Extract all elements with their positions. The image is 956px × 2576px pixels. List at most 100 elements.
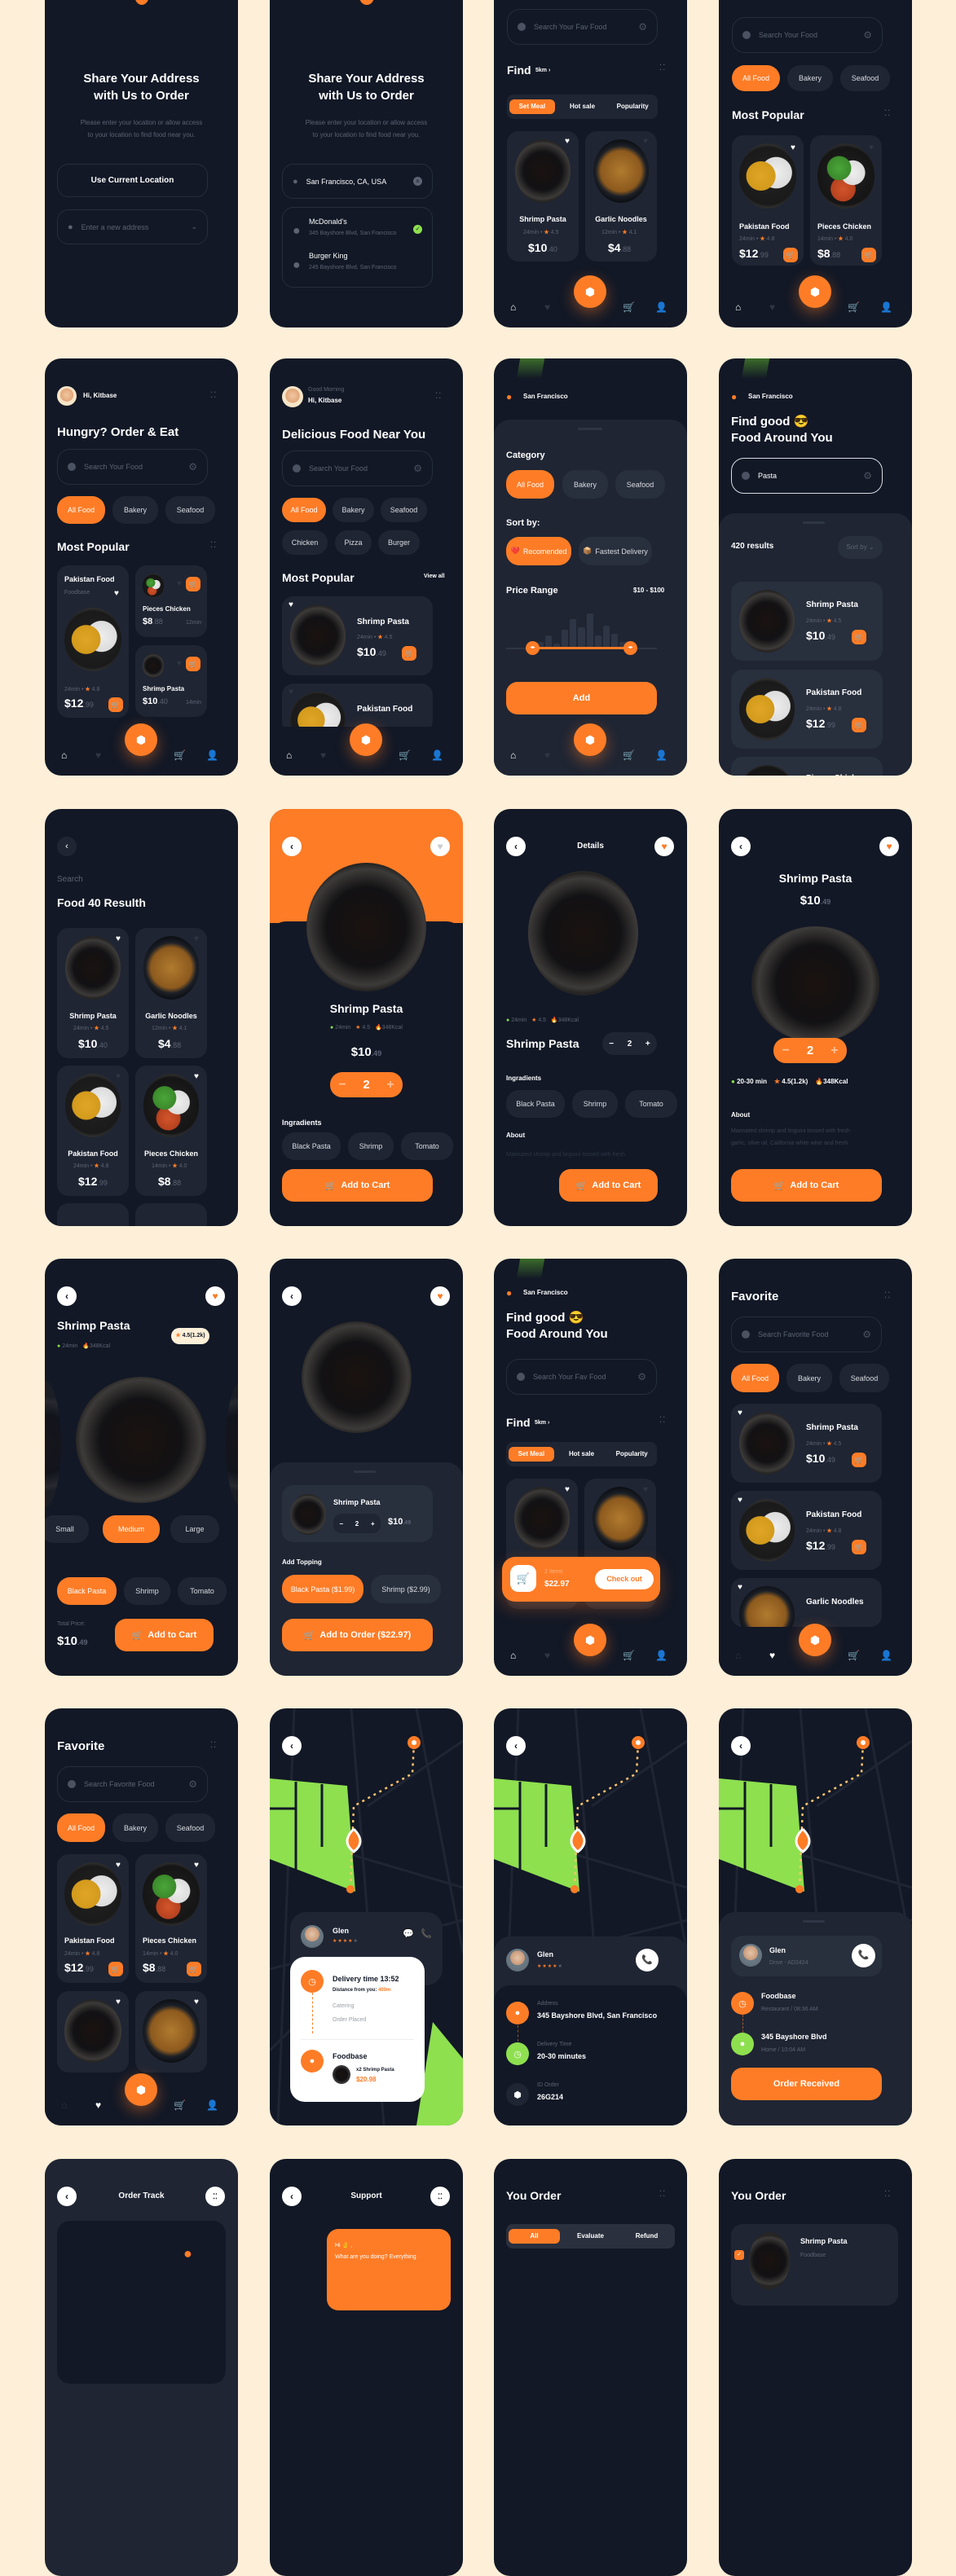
avatar[interactable] bbox=[57, 386, 77, 406]
box-icon[interactable]: ⬢ bbox=[125, 2073, 157, 2106]
grid-dots-icon[interactable]: ⁚⁚ bbox=[435, 392, 442, 401]
cart-icon[interactable]: 🛒 bbox=[510, 1565, 536, 1592]
chip-bakery[interactable]: Bakery bbox=[562, 470, 608, 499]
add-to-order-button[interactable]: 🛒 Add to Order ($22.97) bbox=[282, 1619, 433, 1651]
grid-dots-icon[interactable]: ⁚⁚ bbox=[884, 1291, 891, 1300]
user-icon[interactable]: 👤 bbox=[206, 750, 218, 761]
view-all-link[interactable]: View all bbox=[424, 574, 445, 579]
heart-icon[interactable]: ♥ bbox=[320, 750, 326, 761]
topping-chip[interactable]: Shrimp bbox=[124, 1577, 170, 1605]
location-label[interactable]: San Francisco bbox=[748, 393, 793, 400]
back-button[interactable]: ‹ bbox=[282, 1286, 302, 1306]
search-input[interactable]: Search Your Food ⚙ bbox=[57, 449, 208, 485]
food-card[interactable]: ♥ Shrimp Pasta 24min • ★ 4.5 $10.40 bbox=[507, 131, 579, 262]
checkbox[interactable]: ✓ bbox=[734, 2250, 744, 2260]
add-to-cart-button[interactable]: 🛒 bbox=[852, 630, 866, 644]
call-button[interactable]: 📞 bbox=[852, 1944, 875, 1967]
cart-icon[interactable]: 🛒 bbox=[623, 750, 635, 761]
grid-dots-icon[interactable]: ⁚⁚ bbox=[210, 391, 217, 400]
cart-icon[interactable]: 🛒 bbox=[174, 750, 186, 761]
sheet-handle[interactable] bbox=[354, 1470, 376, 1473]
gear-icon[interactable]: ⚙ bbox=[863, 470, 872, 481]
add-to-cart-button[interactable]: 🛒 bbox=[186, 577, 200, 591]
chip-pizza[interactable]: Pizza bbox=[335, 530, 372, 555]
user-icon[interactable]: 👤 bbox=[655, 1650, 667, 1661]
sheet-handle[interactable] bbox=[578, 428, 602, 430]
ingredient-chip[interactable]: Tomato bbox=[625, 1090, 677, 1118]
tab-hot-sale[interactable]: Hot sale bbox=[560, 99, 606, 114]
heart-icon[interactable]: ♥ bbox=[194, 1998, 199, 2007]
quantity-stepper[interactable]: − 2 + bbox=[333, 1514, 381, 1533]
ingredient-chip[interactable]: Black Pasta bbox=[506, 1090, 565, 1118]
distance-link[interactable]: 5km › bbox=[535, 1420, 549, 1426]
home-icon[interactable]: ⌂ bbox=[510, 301, 516, 313]
heart-icon[interactable]: ♥ bbox=[194, 934, 199, 943]
home-icon[interactable]: ⌂ bbox=[61, 2099, 67, 2111]
call-button[interactable]: 📞 bbox=[636, 1949, 659, 1972]
chip-recommended[interactable]: ❤️ Recomended bbox=[506, 537, 571, 565]
plus-button[interactable]: + bbox=[830, 1044, 838, 1058]
chip-bakery[interactable]: Bakery bbox=[112, 496, 158, 524]
chip-seafood[interactable]: Seafood bbox=[165, 496, 215, 524]
quantity-stepper[interactable]: − 2 + bbox=[602, 1032, 657, 1055]
search-input[interactable]: Search Your Food ⚙ bbox=[732, 17, 883, 53]
heart-icon[interactable]: ♥ bbox=[95, 2099, 101, 2111]
heart-icon[interactable]: ♥ bbox=[289, 688, 293, 697]
food-list-item[interactable]: ♥ Shrimp Pasta 24min • ★ 4.5 $10.49 🛒 bbox=[731, 1404, 882, 1483]
heart-icon[interactable]: ♥ bbox=[194, 1072, 199, 1081]
food-list-item[interactable]: ♥ Pakistan Food 24min • ★ 4.8 $12.99 🛒 bbox=[731, 1491, 882, 1570]
heart-icon[interactable]: ♥ bbox=[177, 579, 182, 588]
favorite-button[interactable]: ♥ bbox=[430, 837, 450, 856]
favorite-button[interactable]: ♥ bbox=[654, 837, 674, 856]
search-input[interactable]: Search Favorite Food ⚙ bbox=[731, 1317, 882, 1352]
food-card[interactable]: ♥ Garlic Noodles 12min • ★ 4.1 $4.88 bbox=[585, 131, 657, 262]
food-card[interactable]: ♥ Garlic Noodles 12min • ★ 4.1 $4.88 bbox=[135, 928, 207, 1058]
food-card[interactable]: ♥ Pakistan Food 24min • ★ 4.8 $12.99 🛒 bbox=[57, 1854, 129, 1983]
user-icon[interactable]: 👤 bbox=[431, 750, 443, 761]
box-icon[interactable]: ⬢ bbox=[574, 1624, 606, 1656]
add-to-cart-button[interactable]: 🛒 bbox=[402, 646, 416, 661]
chat-icon[interactable]: 💬 bbox=[403, 1928, 414, 1939]
heart-icon[interactable]: ♥ bbox=[544, 301, 550, 313]
gear-icon[interactable]: ⚙ bbox=[863, 29, 872, 41]
featured-food-card[interactable]: Pakistan Food Foodbase ♥ 24min • ★ 4.8 $… bbox=[57, 565, 129, 718]
box-icon[interactable]: ⬢ bbox=[574, 723, 606, 756]
chip-chicken[interactable]: Chicken bbox=[282, 530, 328, 555]
gear-icon[interactable]: ⚙ bbox=[188, 1778, 197, 1790]
search-input[interactable]: Search Favorite Food ⚙ bbox=[57, 1766, 208, 1802]
box-icon[interactable]: ⬢ bbox=[799, 1624, 831, 1656]
food-card[interactable]: ♥ Shrimp Pasta 24min • ★ 4.5 $10.40 bbox=[57, 928, 129, 1058]
food-card[interactable]: ♥ bbox=[135, 1991, 207, 2073]
location-label[interactable]: San Francisco bbox=[523, 1289, 568, 1296]
tab-all[interactable]: All bbox=[509, 2229, 560, 2244]
topping-chip[interactable]: Shrimp ($2.99) bbox=[371, 1575, 441, 1603]
slider-max-handle[interactable]: ◂▸ bbox=[623, 641, 637, 655]
home-icon[interactable]: ⌂ bbox=[510, 1650, 516, 1661]
home-icon[interactable]: ⌂ bbox=[735, 1650, 741, 1661]
grid-dots-icon[interactable]: ⁚⁚ bbox=[659, 64, 666, 73]
heart-icon[interactable]: ♥ bbox=[738, 1583, 742, 1592]
chip-all-food[interactable]: All Food bbox=[57, 1813, 105, 1842]
menu-button[interactable]: ⁚⁚ bbox=[205, 2187, 225, 2206]
heart-icon[interactable]: ♥ bbox=[177, 659, 182, 668]
add-to-cart-button[interactable]: 🛒 bbox=[783, 248, 798, 262]
heart-icon[interactable]: ♥ bbox=[791, 143, 795, 152]
grid-dots-icon[interactable]: ⁚⁚ bbox=[659, 2190, 666, 2199]
menu-button[interactable]: ⁚⁚ bbox=[430, 2187, 450, 2206]
tab-set-meal[interactable]: Set Meal bbox=[509, 99, 555, 114]
user-icon[interactable]: 👤 bbox=[206, 2099, 218, 2111]
food-card[interactable] bbox=[57, 1203, 129, 1226]
favorite-button[interactable]: ♥ bbox=[430, 1286, 450, 1306]
box-icon[interactable]: ⬢ bbox=[350, 723, 382, 756]
chip-all-food[interactable]: All Food bbox=[57, 496, 105, 524]
heart-icon[interactable]: ♥ bbox=[95, 750, 101, 761]
add-to-cart-button[interactable]: 🛒 bbox=[108, 697, 123, 712]
quantity-stepper[interactable]: − 2 + bbox=[773, 1038, 847, 1063]
checkout-button[interactable]: Check out bbox=[595, 1569, 654, 1589]
ingredient-chip[interactable]: Tomato bbox=[401, 1132, 453, 1160]
ingredient-chip[interactable]: Shrimp bbox=[572, 1090, 618, 1118]
grid-dots-icon[interactable]: ⁚⁚ bbox=[659, 1416, 666, 1425]
heart-icon[interactable]: ♥ bbox=[769, 301, 775, 313]
food-list-item[interactable]: Pakistan Food 24min • ★ 4.8 $12.99 🛒 bbox=[731, 670, 883, 749]
user-icon[interactable]: 👤 bbox=[880, 301, 892, 313]
